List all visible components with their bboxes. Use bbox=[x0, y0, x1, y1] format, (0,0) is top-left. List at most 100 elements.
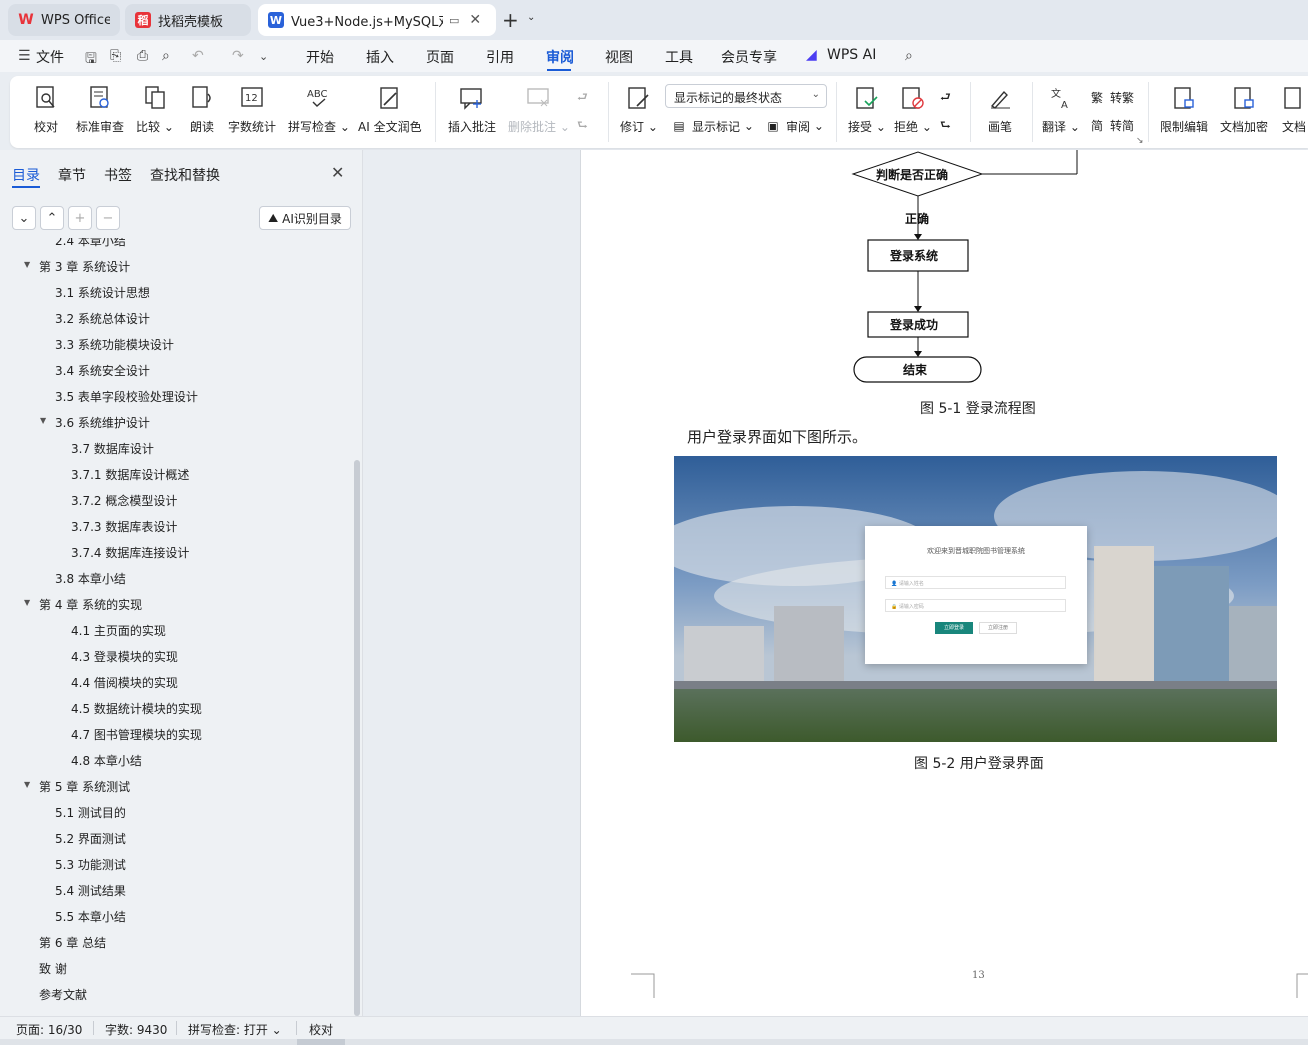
tab-sections[interactable]: 章节 bbox=[58, 165, 86, 185]
hamburger-icon[interactable]: ☰ bbox=[18, 48, 31, 64]
toc-item[interactable]: 4.1 主页面的实现 bbox=[71, 622, 166, 642]
toc-item[interactable]: 2.4 本章小结 bbox=[55, 238, 126, 252]
expand-arrow-icon[interactable]: ▼ bbox=[24, 780, 30, 800]
search-icon[interactable]: ⌕ bbox=[905, 48, 913, 64]
next-change-icon[interactable]: ⮑ bbox=[940, 116, 951, 137]
expand-arrow-icon[interactable]: ▼ bbox=[24, 598, 30, 618]
to-simplified-button[interactable]: 简 转简 bbox=[1088, 116, 1134, 134]
word-count-indicator[interactable]: 字数: 9430 bbox=[105, 1021, 167, 1038]
menu-insert[interactable]: 插入 bbox=[366, 47, 394, 67]
toc-item[interactable]: 3.7.1 数据库设计概述 bbox=[71, 466, 189, 486]
translate-button[interactable]: 文A 翻译 ⌄ bbox=[1042, 84, 1080, 135]
register-button[interactable]: 立即注册 bbox=[979, 622, 1017, 634]
toc-item[interactable]: 5.4 测试结果 bbox=[55, 882, 126, 902]
restrict-edit-button[interactable]: 限制编辑 bbox=[1160, 84, 1208, 135]
toc-item[interactable]: 第 4 章 系统的实现 bbox=[39, 596, 142, 616]
next-comment-icon[interactable]: ⮑ bbox=[577, 116, 588, 137]
menu-references[interactable]: 引用 bbox=[486, 47, 514, 67]
tab-find-replace[interactable]: 查找和替换 bbox=[150, 165, 220, 185]
insert-comment-button[interactable]: 插入批注 bbox=[448, 84, 496, 135]
compare-button[interactable]: 比较 ⌄ bbox=[136, 84, 174, 135]
expand-arrow-icon[interactable]: ▼ bbox=[24, 260, 30, 280]
close-icon[interactable]: ✕ bbox=[469, 12, 481, 28]
more-chevron-icon[interactable]: ⌄ bbox=[259, 50, 268, 63]
username-field[interactable]: 👤 请输入姓名 bbox=[885, 576, 1066, 589]
accept-button[interactable]: 接受 ⌄ bbox=[848, 84, 886, 135]
toc-scrollbar[interactable] bbox=[354, 460, 360, 1016]
toc-item[interactable]: 4.5 数据统计模块的实现 bbox=[71, 700, 202, 720]
proofread-status[interactable]: 校对 bbox=[309, 1021, 333, 1038]
new-tab-icon[interactable]: + bbox=[502, 8, 519, 32]
toc-item[interactable]: 5.5 本章小结 bbox=[55, 908, 126, 928]
ai-toc-button[interactable]: ⛰ AI识别目录 bbox=[259, 206, 351, 230]
toc-item[interactable]: 5.1 测试目的 bbox=[55, 804, 126, 824]
print-icon[interactable]: ⎙ bbox=[137, 48, 148, 64]
toc-item[interactable]: 3.8 本章小结 bbox=[55, 570, 126, 590]
page-indicator[interactable]: 页面: 16/30 bbox=[16, 1021, 82, 1038]
toc-item[interactable]: 4.3 登录模块的实现 bbox=[71, 648, 178, 668]
menu-page[interactable]: 页面 bbox=[426, 47, 454, 67]
login-screenshot-image[interactable]: 欢迎来到晋城职院图书管理系统 👤 请输入姓名 🔒 请输入密码 立即登录 立即注册 bbox=[674, 456, 1277, 742]
track-changes-button[interactable]: 修订 ⌄ bbox=[620, 84, 658, 135]
toc-item[interactable]: 4.4 借阅模块的实现 bbox=[71, 674, 178, 694]
collapse-all-button[interactable]: ⌃ bbox=[40, 206, 64, 230]
close-icon[interactable]: ✕ bbox=[331, 163, 344, 182]
toc-item[interactable]: 第 6 章 总结 bbox=[39, 934, 106, 954]
redo-icon[interactable]: ↷ bbox=[232, 48, 244, 64]
add-heading-button[interactable]: + bbox=[68, 206, 92, 230]
standard-review-button[interactable]: 标准审查 bbox=[76, 84, 124, 135]
spell-check-status[interactable]: 拼写检查: 打开 ⌄ bbox=[188, 1021, 282, 1038]
monitor-icon[interactable]: ▭ bbox=[449, 14, 459, 27]
expand-arrow-icon[interactable]: ▼ bbox=[40, 416, 46, 436]
toc-item[interactable]: 3.1 系统设计思想 bbox=[55, 284, 150, 304]
to-traditional-button[interactable]: 繁 转繁 bbox=[1088, 88, 1134, 106]
reject-button[interactable]: 拒绝 ⌄ bbox=[894, 84, 932, 135]
chevron-down-icon[interactable]: ⌄ bbox=[527, 12, 535, 23]
toc-item[interactable]: 致 谢 bbox=[39, 960, 67, 980]
password-field[interactable]: 🔒 请输入密码 bbox=[885, 599, 1066, 612]
pen-button[interactable]: 画笔 bbox=[986, 84, 1014, 135]
expand-all-button[interactable]: ⌄ bbox=[12, 206, 36, 230]
tab-current-document[interactable]: W Vue3+Node.js+MySQL双AI ▭ ✕ bbox=[258, 4, 496, 36]
show-markup-button[interactable]: ▤ 显示标记 ⌄ bbox=[670, 117, 754, 135]
print-preview-icon[interactable]: ⌕ bbox=[162, 48, 170, 64]
menu-view[interactable]: 视图 bbox=[605, 47, 633, 67]
spell-check-button[interactable]: ABC 拼写检查 ⌄ bbox=[288, 84, 350, 135]
menu-home[interactable]: 开始 bbox=[306, 47, 334, 67]
toc-item[interactable]: 参考文献 bbox=[39, 986, 87, 1006]
tab-docer-templates[interactable]: 稻 找稻壳模板 bbox=[125, 4, 251, 36]
login-button[interactable]: 立即登录 bbox=[935, 622, 973, 634]
menu-tools[interactable]: 工具 bbox=[665, 47, 693, 67]
remove-heading-button[interactable]: − bbox=[96, 206, 120, 230]
toc-item[interactable]: 3.6 系统维护设计 bbox=[55, 414, 150, 434]
document-page[interactable]: 判断是否正确 正确 登录系统 登录成功 结束 图 5-1 登录流程图 用户登录界… bbox=[580, 150, 1308, 1016]
ai-polish-button[interactable]: AI 全文润色 bbox=[358, 84, 422, 135]
word-count-button[interactable]: 12 字数统计 bbox=[228, 84, 276, 135]
export-icon[interactable]: ⎘ bbox=[110, 48, 121, 64]
wps-ai-icon[interactable]: ◢ bbox=[806, 47, 817, 63]
undo-icon[interactable]: ↶ bbox=[192, 48, 204, 64]
read-aloud-button[interactable]: 朗读 bbox=[188, 84, 216, 135]
markup-display-select[interactable]: 显示标记的最终状态 ⌄ bbox=[665, 84, 827, 108]
dialog-launcher-icon[interactable]: ↘ bbox=[1136, 136, 1144, 146]
previous-comment-icon[interactable]: ⮐ bbox=[577, 88, 588, 109]
menu-review[interactable]: 审阅 bbox=[546, 47, 574, 67]
tab-bookmarks[interactable]: 书签 bbox=[104, 165, 132, 185]
tab-toc[interactable]: 目录 bbox=[12, 165, 40, 185]
toc-item[interactable]: 第 5 章 系统测试 bbox=[39, 778, 130, 798]
toc-item[interactable]: 4.8 本章小结 bbox=[71, 752, 142, 772]
toc-item[interactable]: 第 3 章 系统设计 bbox=[39, 258, 130, 278]
toc-item[interactable]: 3.2 系统总体设计 bbox=[55, 310, 150, 330]
proofread-button[interactable]: 校对 bbox=[32, 84, 60, 135]
toc-item[interactable]: 5.3 功能测试 bbox=[55, 856, 126, 876]
save-icon[interactable]: 🖫 bbox=[85, 48, 97, 72]
toc-item[interactable]: 3.3 系统功能模块设计 bbox=[55, 336, 174, 356]
review-pane-button[interactable]: ▣ 审阅 ⌄ bbox=[764, 117, 824, 135]
delete-comment-button[interactable]: 删除批注 ⌄ bbox=[508, 84, 570, 135]
toc-item[interactable]: 4.7 图书管理模块的实现 bbox=[71, 726, 202, 746]
toc-item[interactable]: 3.7.2 概念模型设计 bbox=[71, 492, 177, 512]
menu-wps-ai[interactable]: WPS AI bbox=[827, 47, 876, 63]
previous-change-icon[interactable]: ⮐ bbox=[940, 88, 951, 109]
menu-membership[interactable]: 会员专享 bbox=[721, 47, 777, 67]
toc-item[interactable]: 3.4 系统安全设计 bbox=[55, 362, 150, 382]
